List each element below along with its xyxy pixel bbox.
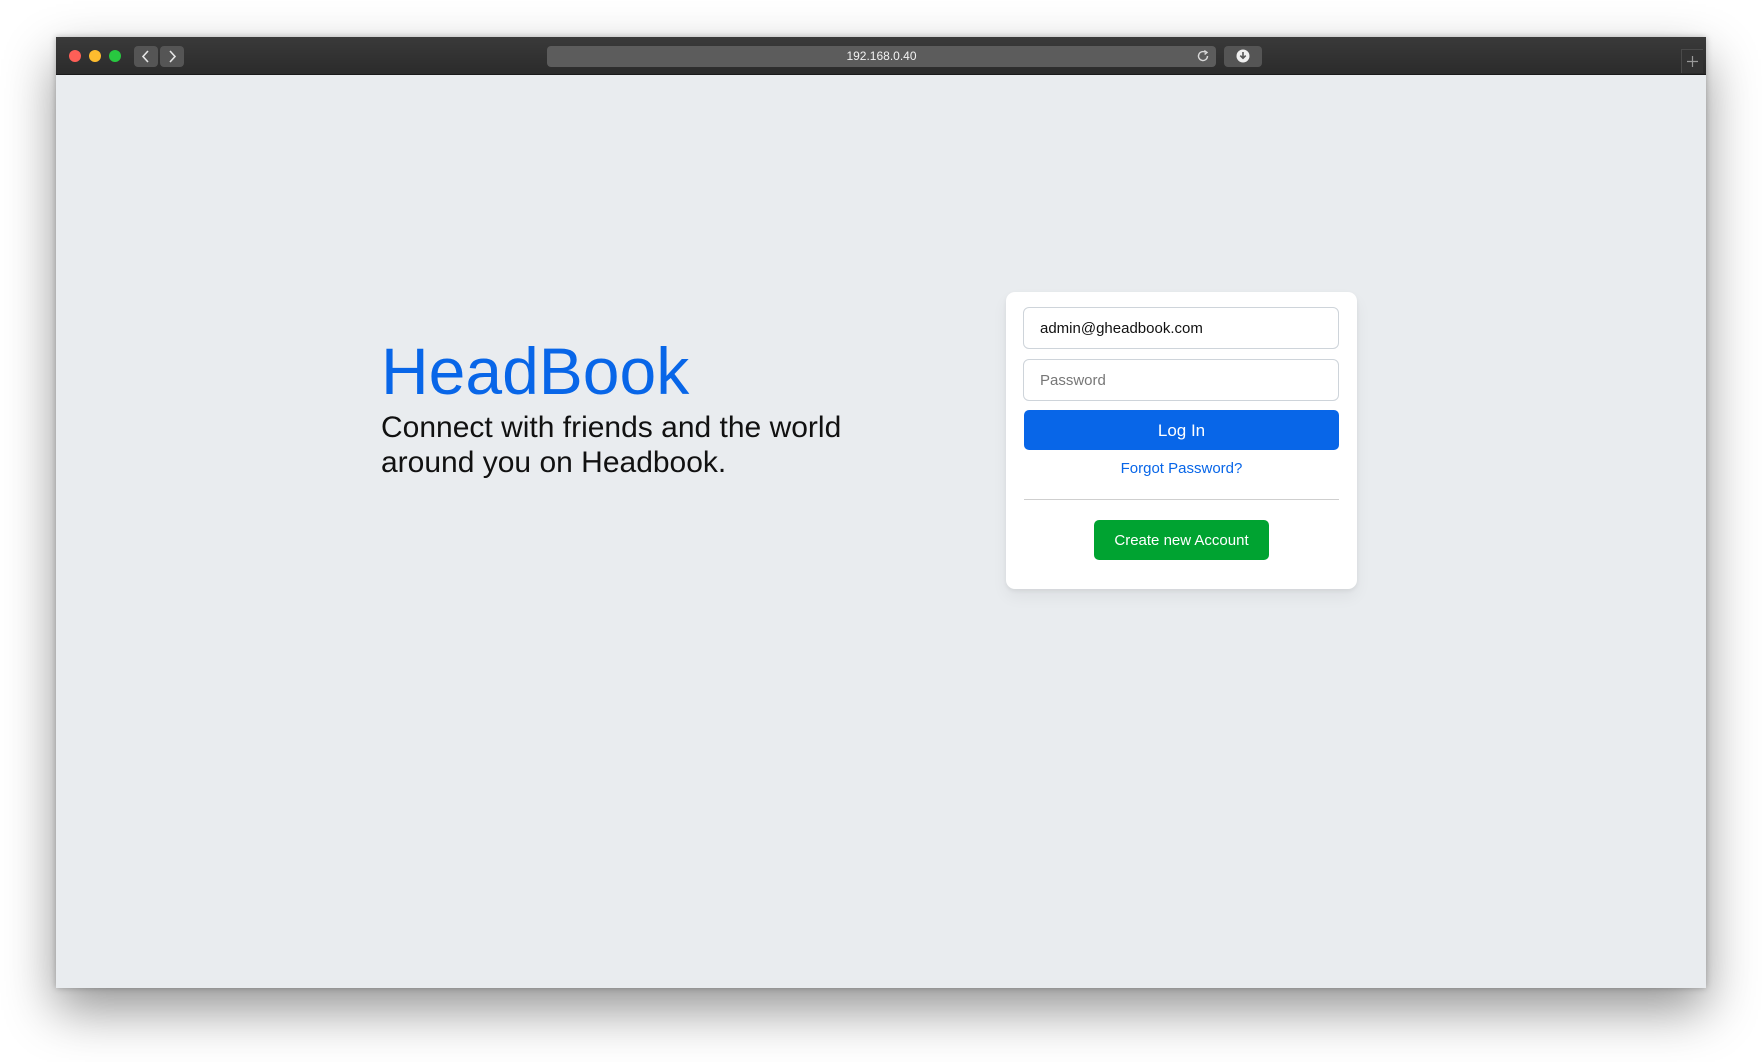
browser-window: 192.168.0.40 HeadBook Connect with frien… xyxy=(56,37,1706,988)
brand-section: HeadBook Connect with friends and the wo… xyxy=(381,332,941,480)
password-field[interactable] xyxy=(1023,359,1339,401)
brand-logo-text: HeadBook xyxy=(381,334,690,408)
forward-button[interactable] xyxy=(160,46,184,67)
forgot-password-link[interactable]: Forgot Password? xyxy=(1006,459,1357,479)
chevron-left-icon xyxy=(141,50,149,63)
download-icon xyxy=(1236,49,1250,63)
reload-icon[interactable] xyxy=(1196,49,1210,63)
login-card: Log In Forgot Password? Create new Accou… xyxy=(1006,292,1357,589)
divider xyxy=(1024,499,1339,500)
back-button[interactable] xyxy=(134,46,158,67)
chevron-right-icon xyxy=(169,50,177,63)
downloads-button[interactable] xyxy=(1224,46,1262,67)
plus-icon xyxy=(1687,56,1698,67)
close-window-button[interactable] xyxy=(69,50,81,62)
minimize-window-button[interactable] xyxy=(89,50,101,62)
email-field[interactable] xyxy=(1023,307,1339,349)
browser-toolbar: 192.168.0.40 xyxy=(56,37,1706,75)
brand-tagline: Connect with friends and the world aroun… xyxy=(381,411,842,479)
maximize-window-button[interactable] xyxy=(109,50,121,62)
address-text: 192.168.0.40 xyxy=(846,49,917,63)
create-account-button[interactable]: Create new Account xyxy=(1094,520,1269,560)
address-bar[interactable]: 192.168.0.40 xyxy=(547,46,1216,67)
login-button[interactable]: Log In xyxy=(1024,410,1339,450)
new-tab-button[interactable] xyxy=(1681,49,1703,73)
